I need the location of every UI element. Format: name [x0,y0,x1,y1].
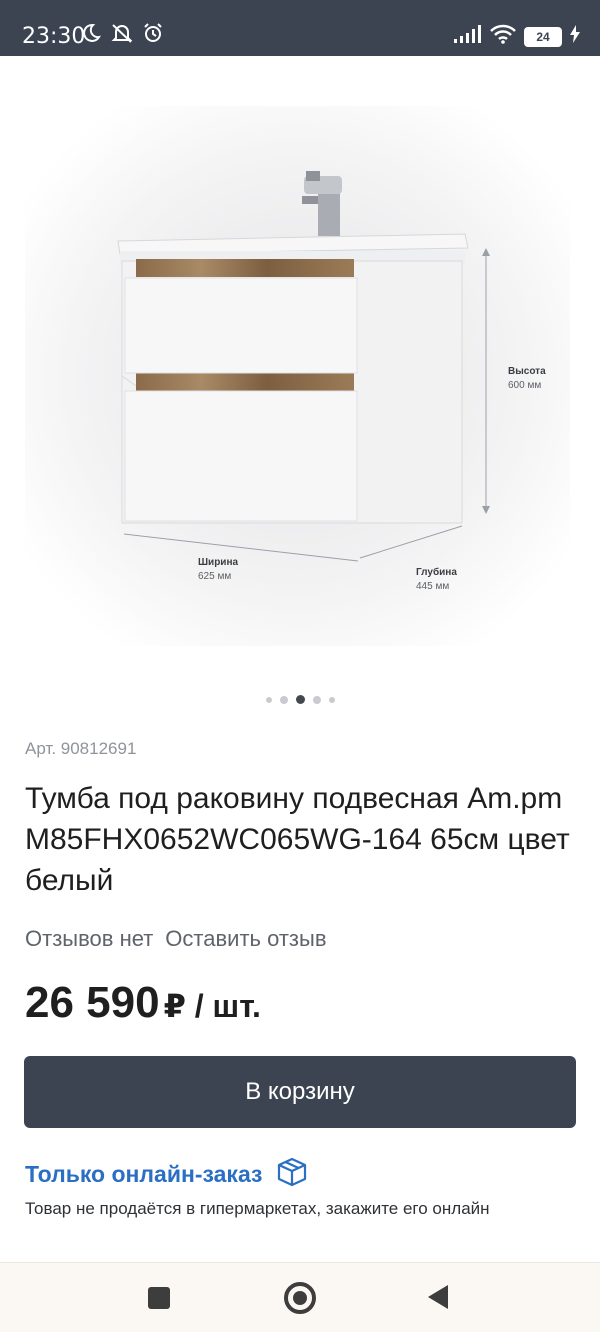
price-value: 26 590 [25,978,160,1027]
leave-review-link[interactable]: Оставить отзыв [165,926,326,952]
status-time: 23:30 [22,24,86,49]
alarm-icon [142,22,164,49]
price: 26 590 ₽ / шт. [25,978,261,1028]
height-label: Высота [508,366,546,377]
width-label: Ширина [198,557,238,568]
battery-icon: 24 [524,26,562,47]
carousel-dots [0,695,600,704]
status-icons-left [80,22,164,49]
product-image[interactable]: Высота 600 мм Ширина 625 мм Глубина 445 … [0,56,600,676]
signal-icon [454,25,482,48]
carousel-dot[interactable] [265,697,272,703]
online-only-note: Товар не продаётся в гипермаркетах, зака… [25,1199,490,1218]
online-only-label[interactable]: Только онлайн-заказ [25,1161,262,1188]
product-title: Тумба под раковину подвесная Am.pm M85FH… [25,782,570,897]
notifications-off-icon [110,22,134,49]
moon-icon [80,22,102,49]
system-nav-bar [0,1262,600,1332]
home-icon[interactable] [284,1282,316,1314]
recent-apps-icon[interactable] [148,1287,170,1309]
depth-label: Глубина [416,566,457,578]
carousel-dot[interactable] [312,696,321,704]
width-value: 625 мм [198,571,231,582]
add-to-cart-button[interactable]: В корзину [24,1056,576,1128]
reviews-row: Отзывов нет Оставить отзыв [25,926,327,952]
status-bar: 23:30 24 [0,0,600,56]
reviews-count: Отзывов нет [25,926,154,951]
status-icons-right: 24 [454,24,580,49]
price-unit: ₽ / шт. [163,988,261,1024]
carousel-dot[interactable] [328,697,335,703]
box-icon [276,1156,308,1193]
online-only-link[interactable]: Только онлайн-заказ [25,1156,308,1193]
charging-icon [570,25,580,48]
wifi-icon [490,24,516,49]
carousel-dot-active[interactable] [295,695,305,704]
back-icon[interactable] [428,1285,448,1309]
depth-value: 445 мм [416,581,449,592]
carousel-dot[interactable] [279,696,288,704]
article-number: Арт. 90812691 [25,739,137,758]
height-value: 600 мм [508,380,541,391]
